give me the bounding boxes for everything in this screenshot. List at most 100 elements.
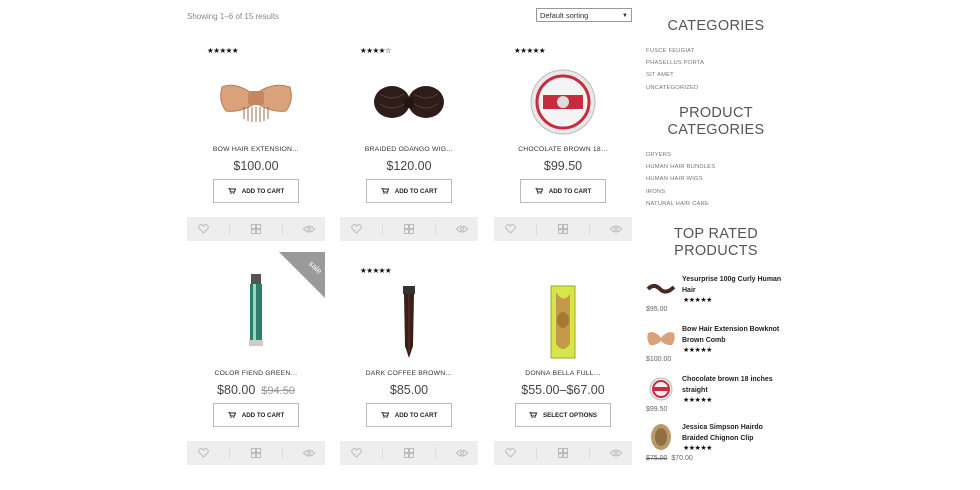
product-thumbnail[interactable] bbox=[646, 422, 676, 452]
product-thumbnail[interactable] bbox=[646, 278, 676, 300]
cart-icon bbox=[380, 412, 389, 418]
categories-heading: CATEGORIES bbox=[667, 18, 765, 34]
category-link[interactable]: UNCATEGORIZED bbox=[646, 82, 704, 94]
product-image[interactable] bbox=[340, 60, 478, 144]
product-price: $55.00–$67.00 bbox=[494, 383, 632, 397]
product-image[interactable] bbox=[187, 270, 325, 354]
quick-view-eye-icon[interactable] bbox=[302, 224, 316, 234]
compare-icon[interactable] bbox=[402, 448, 416, 458]
compare-icon[interactable] bbox=[556, 448, 570, 458]
product-actions bbox=[340, 441, 478, 465]
product-category-link[interactable]: NATURAL HAIR CARE bbox=[646, 198, 715, 210]
wishlist-heart-icon[interactable] bbox=[349, 224, 363, 234]
product-thumbnail[interactable] bbox=[646, 328, 676, 350]
top-rated-item[interactable]: Jessica Simpson Hairdo Braided Chignon C… bbox=[646, 422, 786, 470]
button-label: ADD TO CART bbox=[241, 411, 285, 419]
cart-icon bbox=[227, 188, 236, 194]
product-category-link[interactable]: HUMAN HAIR BUNDLES bbox=[646, 161, 715, 173]
compare-icon[interactable] bbox=[249, 448, 263, 458]
top-rated-price: $100.00 bbox=[646, 356, 672, 363]
wishlist-heart-icon[interactable] bbox=[503, 224, 517, 234]
category-link[interactable]: PHASELLUS PORTA bbox=[646, 57, 704, 69]
divider bbox=[536, 223, 538, 235]
select-options-button[interactable]: SELECT OPTIONS bbox=[515, 403, 611, 427]
rating-stars: ★★★★★ bbox=[360, 266, 392, 275]
product-image[interactable] bbox=[340, 280, 478, 364]
price-current: $70.00 bbox=[671, 455, 693, 462]
product-actions bbox=[494, 217, 632, 241]
compare-icon[interactable] bbox=[249, 224, 263, 234]
quick-view-eye-icon[interactable] bbox=[302, 448, 316, 458]
quick-view-eye-icon[interactable] bbox=[609, 448, 623, 458]
product-card: ★★★★★ BOW HAIR EXTENSION… $100.00 ADD TO… bbox=[187, 42, 325, 270]
product-image[interactable] bbox=[494, 280, 632, 364]
heading-line: PRODUCTS bbox=[674, 243, 758, 259]
category-link[interactable]: SIT AMET bbox=[646, 69, 704, 81]
top-rated-item[interactable]: Bow Hair Extension Bowknot Brown Comb ★★… bbox=[646, 324, 786, 372]
product-card: ★★★★★ DARK COFFEE BROWN… $85.00 ADD TO C… bbox=[340, 262, 478, 490]
product-actions bbox=[187, 441, 325, 465]
sort-select-value: Default sorting bbox=[540, 11, 589, 20]
product-category-link[interactable]: DRYERS bbox=[646, 149, 715, 161]
bow-comb-image bbox=[220, 84, 292, 122]
product-name[interactable]: COLOR FIEND GREEN… bbox=[187, 370, 325, 377]
top-rated-item[interactable]: Chocolate brown 18 inches straight ★★★★★… bbox=[646, 374, 786, 422]
top-rated-item[interactable]: Yesurprise 100g Curly Human Hair ★★★★★ $… bbox=[646, 274, 786, 322]
quick-view-eye-icon[interactable] bbox=[609, 224, 623, 234]
product-image[interactable] bbox=[494, 60, 632, 144]
top-rated-title[interactable]: Chocolate brown 18 inches straight bbox=[682, 374, 786, 396]
add-to-cart-button[interactable]: ADD TO CART bbox=[213, 179, 299, 203]
product-name[interactable]: DARK COFFEE BROWN… bbox=[340, 370, 478, 377]
product-price: $80.00 $94.50 bbox=[187, 383, 325, 397]
wishlist-heart-icon[interactable] bbox=[349, 448, 363, 458]
blonde-hair-image bbox=[550, 285, 576, 359]
product-price: $100.00 bbox=[187, 159, 325, 173]
product-name[interactable]: DONNA BELLA FULL… bbox=[494, 370, 632, 377]
sort-select[interactable]: Default sorting ▼ bbox=[536, 8, 632, 22]
top-rated-title[interactable]: Yesurprise 100g Curly Human Hair bbox=[682, 274, 786, 296]
cart-icon bbox=[534, 188, 543, 194]
add-to-cart-button[interactable]: ADD TO CART bbox=[366, 179, 452, 203]
divider bbox=[434, 223, 436, 235]
add-to-cart-button[interactable]: ADD TO CART bbox=[213, 403, 299, 427]
product-name[interactable]: CHOCOLATE BROWN 18… bbox=[494, 146, 632, 153]
product-name[interactable]: BRAIDED ODANGO WIG… bbox=[340, 146, 478, 153]
price-old: $94.50 bbox=[261, 385, 295, 397]
category-link[interactable]: FUSCE FEUGIAT bbox=[646, 45, 704, 57]
wishlist-heart-icon[interactable] bbox=[196, 448, 210, 458]
wishlist-heart-icon[interactable] bbox=[503, 448, 517, 458]
product-thumbnail[interactable] bbox=[646, 377, 676, 401]
wishlist-heart-icon[interactable] bbox=[196, 224, 210, 234]
rating-stars: ★★★★★ bbox=[683, 397, 712, 404]
divider bbox=[588, 447, 590, 459]
top-rated-title[interactable]: Bow Hair Extension Bowknot Brown Comb bbox=[682, 324, 786, 346]
dark-hair-image bbox=[403, 286, 415, 358]
add-to-cart-button[interactable]: ADD TO CART bbox=[520, 179, 606, 203]
divider bbox=[536, 447, 538, 459]
product-image[interactable] bbox=[187, 60, 325, 144]
product-actions bbox=[187, 217, 325, 241]
price-current: $100.00 bbox=[233, 159, 279, 173]
compare-icon[interactable] bbox=[556, 224, 570, 234]
product-name[interactable]: BOW HAIR EXTENSION… bbox=[187, 146, 325, 153]
product-category-link[interactable]: IRONS bbox=[646, 186, 715, 198]
result-count: Showing 1–6 of 15 results bbox=[187, 12, 280, 21]
cart-icon bbox=[529, 412, 537, 418]
product-category-link[interactable]: HUMAN HAIR WIGS bbox=[646, 173, 715, 185]
button-label: SELECT OPTIONS bbox=[543, 411, 597, 419]
divider bbox=[229, 223, 231, 235]
top-rated-title[interactable]: Jessica Simpson Hairdo Braided Chignon C… bbox=[682, 422, 786, 444]
quick-view-eye-icon[interactable] bbox=[455, 224, 469, 234]
divider bbox=[281, 223, 283, 235]
rating-stars: ★★★★★ bbox=[207, 46, 239, 55]
add-to-cart-button[interactable]: ADD TO CART bbox=[366, 403, 452, 427]
price-current: $85.00 bbox=[389, 383, 429, 397]
quick-view-eye-icon[interactable] bbox=[455, 448, 469, 458]
rating-stars: ★★★★☆ bbox=[360, 46, 392, 55]
product-card: ★★★★★ CHOCOLATE BROWN 18… $99.50 ADD TO … bbox=[494, 42, 632, 270]
price-current: $120.00 bbox=[386, 159, 432, 173]
price-current: $55.00–$67.00 bbox=[521, 383, 605, 397]
compare-icon[interactable] bbox=[402, 224, 416, 234]
product-actions bbox=[494, 441, 632, 465]
top-rated-heading: TOP RATED PRODUCTS bbox=[646, 226, 786, 260]
